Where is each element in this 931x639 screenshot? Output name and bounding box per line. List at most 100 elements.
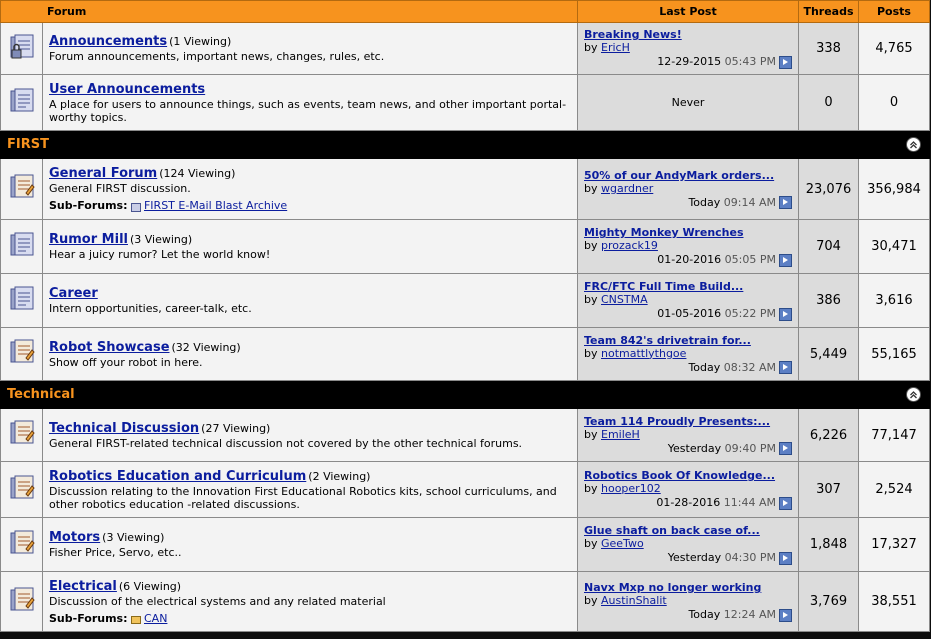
last-post-cell: Navx Mxp no longer working by AustinShal… bbox=[577, 571, 799, 632]
header-last-post: Last Post bbox=[577, 0, 799, 23]
last-post-date: 01-05-2016 bbox=[657, 307, 722, 321]
forum-description: General FIRST-related technical discussi… bbox=[49, 436, 523, 450]
thread-count: 5,449 bbox=[798, 327, 859, 381]
forum-status-cell bbox=[0, 74, 43, 131]
post-count: 0 bbox=[858, 74, 930, 131]
post-count: 356,984 bbox=[858, 158, 930, 220]
last-post-thread-link[interactable]: FRC/FTC Full Time Build... bbox=[584, 280, 792, 293]
forum-title-link[interactable]: Robot Showcase bbox=[49, 340, 170, 355]
forum-info-cell: General Forum (124 Viewing) General FIRST… bbox=[42, 158, 578, 220]
forum-info-cell: Electrical (6 Viewing) Discussion of the … bbox=[42, 571, 578, 632]
last-post-thread-link[interactable]: Team 114 Proudly Presents:... bbox=[584, 415, 792, 428]
forum-info-cell: Robot Showcase (32 Viewing) Show off your… bbox=[42, 327, 578, 381]
forum-title-link[interactable]: Announcements bbox=[49, 34, 167, 49]
go-to-last-post-icon[interactable] bbox=[779, 361, 792, 375]
forum-title-link[interactable]: Rumor Mill bbox=[49, 232, 128, 247]
header-posts: Posts bbox=[858, 0, 930, 23]
forum-list-table: Forum Last Post Threads Posts Announceme… bbox=[0, 0, 930, 632]
forum-info-cell: User Announcements A place for users to … bbox=[42, 74, 578, 131]
last-post-thread-link[interactable]: Glue shaft on back case of... bbox=[584, 524, 792, 537]
last-post-user-link[interactable]: notmattlythgoe bbox=[601, 347, 686, 360]
subforum-folder-icon bbox=[130, 202, 141, 212]
last-post-user-link[interactable]: prozack19 bbox=[601, 239, 658, 252]
by-label: by bbox=[584, 293, 598, 307]
post-count: 3,616 bbox=[858, 273, 930, 328]
forum-status-cell bbox=[0, 22, 43, 75]
locked-forum-icon bbox=[8, 33, 36, 65]
last-post-user-link[interactable]: EricH bbox=[601, 41, 630, 54]
subforum-link[interactable]: FIRST E-Mail Blast Archive bbox=[144, 199, 287, 212]
last-post-thread-link[interactable]: Breaking News! bbox=[584, 28, 792, 41]
forum-description: Intern opportunities, career-talk, etc. bbox=[49, 302, 252, 315]
forum-description: Forum announcements, important news, cha… bbox=[49, 50, 385, 63]
forum-title-link[interactable]: General Forum bbox=[49, 166, 157, 181]
last-post-thread-link[interactable]: Robotics Book Of Knowledge... bbox=[584, 469, 792, 482]
last-post-date: Yesterday bbox=[667, 551, 722, 565]
last-post-cell: Team 842's drivetrain for... by notmattl… bbox=[577, 327, 799, 381]
forum-description: Show off your robot in here. bbox=[49, 355, 203, 369]
post-count: 77,147 bbox=[858, 408, 930, 462]
collapse-category-icon[interactable] bbox=[906, 137, 921, 152]
collapse-category-icon[interactable] bbox=[906, 387, 921, 402]
go-to-last-post-icon[interactable] bbox=[779, 55, 792, 69]
forum-row-user-announcements: User Announcements A place for users to … bbox=[0, 74, 930, 131]
go-to-last-post-icon[interactable] bbox=[779, 442, 792, 456]
viewing-count: (2 Viewing) bbox=[308, 469, 371, 483]
viewing-count: (6 Viewing) bbox=[118, 579, 182, 593]
thread-count: 1,848 bbox=[798, 517, 859, 572]
forum-title-link[interactable]: Technical Discussion bbox=[49, 421, 199, 436]
forum-new-posts-icon bbox=[8, 529, 36, 561]
last-post-user-link[interactable]: hooper102 bbox=[601, 482, 661, 495]
thread-count: 704 bbox=[798, 219, 859, 274]
by-label: by bbox=[584, 482, 598, 496]
last-post-thread-link[interactable]: Team 842's drivetrain for... bbox=[584, 334, 792, 347]
go-to-last-post-icon[interactable] bbox=[779, 608, 792, 622]
header-threads: Threads bbox=[798, 0, 859, 23]
by-label: by bbox=[584, 594, 598, 608]
forum-title-link[interactable]: Electrical bbox=[49, 579, 117, 594]
category-cell: FIRST bbox=[0, 130, 930, 159]
category-header-first: FIRST bbox=[0, 130, 930, 159]
forum-row-motors: Motors (3 Viewing) Fisher Price, Servo, e… bbox=[0, 517, 930, 572]
forum-description: Discussion of the electrical systems and… bbox=[49, 594, 386, 608]
forum-header-row: Forum Last Post Threads Posts bbox=[0, 0, 930, 23]
last-post-thread-link[interactable]: Mighty Monkey Wrenches bbox=[584, 226, 792, 239]
last-post-user-link[interactable]: CNSTMA bbox=[601, 293, 648, 306]
forum-title-link[interactable]: User Announcements bbox=[49, 82, 205, 97]
sub-forums-label: Sub-Forums: bbox=[49, 199, 128, 212]
forum-row-robot-showcase: Robot Showcase (32 Viewing) Show off your… bbox=[0, 327, 930, 381]
forum-info-cell: Technical Discussion (27 Viewing) General… bbox=[42, 408, 578, 462]
last-post-time: 05:22 PM bbox=[724, 307, 776, 321]
forum-info-cell: Rumor Mill (3 Viewing) Hear a juicy rumor… bbox=[42, 219, 578, 274]
go-to-last-post-icon[interactable] bbox=[779, 196, 792, 210]
go-to-last-post-icon[interactable] bbox=[779, 253, 792, 267]
forum-title-link[interactable]: Robotics Education and Curriculum bbox=[49, 469, 306, 484]
last-post-thread-link[interactable]: Navx Mxp no longer working bbox=[584, 581, 792, 594]
forum-new-posts-icon bbox=[8, 173, 36, 205]
forum-info-cell: Announcements (1 Viewing) Forum announcem… bbox=[42, 22, 578, 75]
thread-count: 386 bbox=[798, 273, 859, 328]
forum-description: A place for users to announce things, su… bbox=[49, 97, 567, 124]
last-post-user-link[interactable]: GeeTwo bbox=[601, 537, 644, 550]
last-post-user-link[interactable]: wgardner bbox=[601, 182, 653, 195]
category-cell: Technical bbox=[0, 380, 930, 409]
go-to-last-post-icon[interactable] bbox=[779, 496, 792, 510]
forum-title-link[interactable]: Motors bbox=[49, 530, 100, 545]
forum-status-cell bbox=[0, 219, 43, 274]
post-count: 30,471 bbox=[858, 219, 930, 274]
forum-title-link[interactable]: Career bbox=[49, 286, 98, 301]
go-to-last-post-icon[interactable] bbox=[779, 307, 792, 321]
viewing-count: (124 Viewing) bbox=[159, 167, 236, 180]
last-post-thread-link[interactable]: 50% of our AndyMark orders... bbox=[584, 169, 792, 182]
forum-row-announcements: Announcements (1 Viewing) Forum announcem… bbox=[0, 22, 930, 75]
thread-count: 338 bbox=[798, 22, 859, 75]
last-post-user-link[interactable]: AustinShalit bbox=[601, 594, 667, 607]
last-post-user-link[interactable]: EmileH bbox=[601, 428, 640, 441]
go-to-last-post-icon[interactable] bbox=[779, 551, 792, 565]
forum-new-posts-icon bbox=[8, 474, 36, 506]
post-count: 55,165 bbox=[858, 327, 930, 381]
category-title: FIRST bbox=[7, 137, 49, 152]
subforum-link[interactable]: CAN bbox=[144, 612, 167, 625]
thread-count: 6,226 bbox=[798, 408, 859, 462]
viewing-count: (3 Viewing) bbox=[102, 531, 165, 544]
